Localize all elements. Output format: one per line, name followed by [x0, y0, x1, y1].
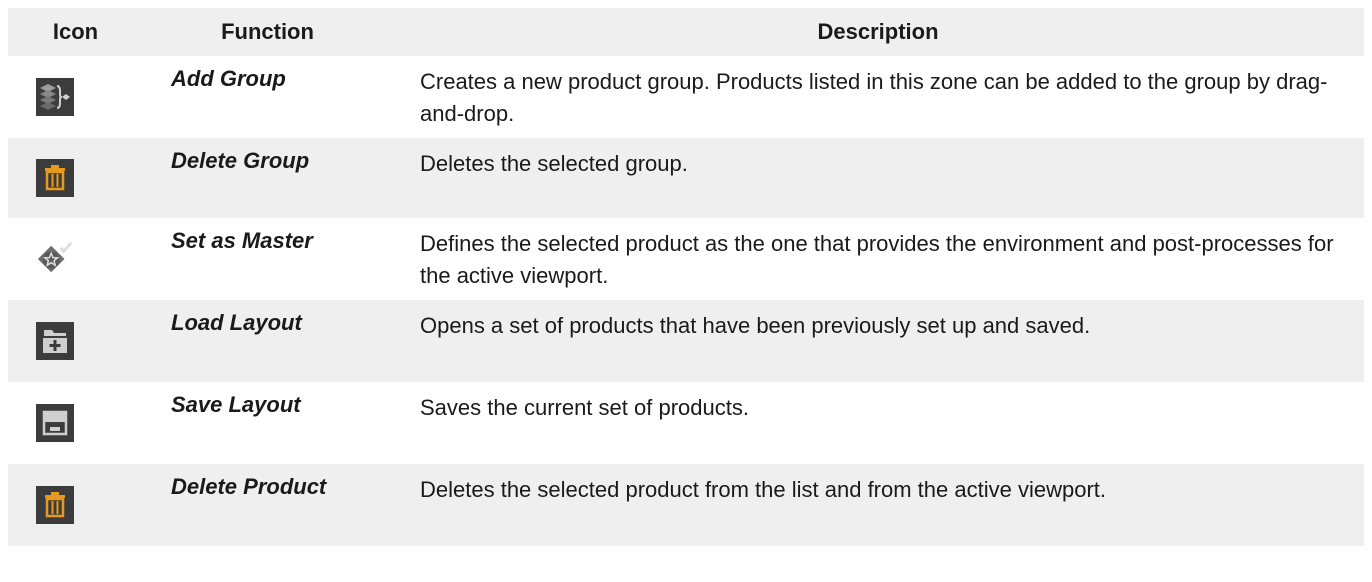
header-function: Function [221, 19, 314, 44]
table-row: Load Layout Opens a set of products that… [8, 300, 1364, 382]
function-name: Delete Group [171, 148, 310, 173]
trash-icon [36, 159, 74, 197]
function-name: Add Group [171, 66, 286, 91]
function-description: Defines the selected product as the one … [420, 231, 1334, 288]
table-row: Add Group Creates a new product group. P… [8, 56, 1364, 138]
folder-add-icon [36, 322, 74, 360]
function-description: Deletes the selected group. [420, 151, 688, 176]
table-row: Save Layout Saves the current set of pro… [8, 382, 1364, 464]
function-name: Load Layout [171, 310, 302, 335]
header-description: Description [817, 19, 939, 44]
header-icon: Icon [52, 19, 99, 44]
table-row: Delete Group Deletes the selected group. [8, 138, 1364, 218]
trash-icon [36, 486, 74, 524]
function-description: Creates a new product group. Products li… [420, 69, 1328, 126]
star-check-icon [36, 240, 74, 278]
function-name: Set as Master [171, 228, 313, 253]
floppy-disk-icon [36, 404, 74, 442]
add-group-icon [36, 78, 74, 116]
function-name: Delete Product [171, 474, 327, 499]
table-row: Set as Master Defines the selected produ… [8, 218, 1364, 300]
functions-table: Icon Function Description Add Group Crea… [8, 8, 1364, 546]
function-name: Save Layout [171, 392, 301, 417]
function-description: Deletes the selected product from the li… [420, 477, 1106, 502]
function-description: Opens a set of products that have been p… [420, 313, 1091, 338]
table-row: Delete Product Deletes the selected prod… [8, 464, 1364, 546]
function-description: Saves the current set of products. [420, 395, 749, 420]
table-header: Icon Function Description [8, 8, 1364, 56]
